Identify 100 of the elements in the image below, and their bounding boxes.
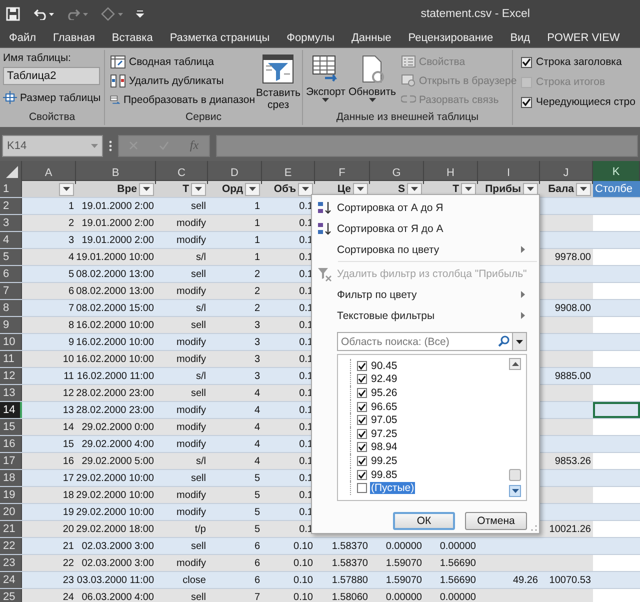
table-cell-text: 0.1 (298, 250, 314, 264)
checkbox[interactable] (357, 360, 367, 371)
scrollbar-thumb[interactable] (509, 469, 521, 481)
ribbon-tab[interactable]: Вид (507, 32, 534, 44)
row-header[interactable]: 18 (0, 470, 22, 486)
ribbon-command[interactable]: Удалить дубликаты (110, 71, 255, 90)
filter-dropdown-button[interactable] (407, 182, 422, 196)
filter-value[interactable]: 99.25 (370, 454, 398, 467)
row-header[interactable]: 23 (0, 555, 22, 571)
undo-icon[interactable] (32, 8, 54, 20)
refresh-button[interactable]: Обновить (347, 54, 397, 111)
scroll-down-button[interactable] (509, 485, 521, 497)
ribbon-tab[interactable]: Главная (50, 32, 98, 44)
ribbon-tab[interactable]: Вставка (108, 32, 156, 44)
row-header[interactable]: 25 (0, 589, 22, 602)
row-header[interactable]: 22 (0, 538, 22, 554)
row-header[interactable]: 1 (0, 181, 22, 197)
checkbox[interactable] (521, 96, 532, 108)
filter-value[interactable]: 92.49 (370, 373, 398, 386)
row-header[interactable]: 19 (0, 487, 22, 503)
row-header[interactable]: 8 (0, 300, 22, 316)
filter-value[interactable]: 98.94 (370, 441, 398, 454)
ribbon-tab[interactable]: Данные (348, 32, 394, 44)
filter-dropdown-button[interactable] (298, 182, 313, 196)
filter-value[interactable]: 96.65 (370, 400, 398, 413)
ribbon-command[interactable]: Сводная таблица (110, 52, 255, 71)
window-title: statement.csv - Excel (420, 8, 530, 20)
row-header[interactable]: 15 (0, 419, 22, 435)
checkbox[interactable] (357, 428, 367, 439)
scroll-up-button[interactable] (509, 358, 521, 370)
row-header[interactable]: 16 (0, 436, 22, 452)
row-header[interactable]: 5 (0, 249, 22, 265)
row-header[interactable]: 13 (0, 385, 22, 401)
filter-dropdown-button[interactable] (59, 182, 74, 196)
row-header[interactable]: 7 (0, 283, 22, 299)
checkbox[interactable] (357, 402, 367, 412)
filter-dropdown-button[interactable] (461, 182, 476, 196)
resize-grip-icon[interactable] (531, 525, 537, 531)
filter-dropdown-button[interactable] (353, 182, 368, 196)
table-cell-text: 3 (253, 336, 261, 350)
ribbon-tab[interactable]: Формулы (284, 32, 338, 44)
filter-value[interactable]: 99.85 (370, 468, 398, 481)
checkbox[interactable] (357, 374, 367, 384)
insert-slicer-button[interactable]: Вставить срез (255, 54, 302, 111)
row-header[interactable]: 12 (0, 368, 22, 384)
redo-icon[interactable] (66, 8, 88, 20)
ribbon-command[interactable]: Преобразовать в диапазон (110, 90, 255, 109)
row-header[interactable]: 17 (0, 453, 22, 469)
row-header[interactable]: 4 (0, 232, 22, 248)
table-name-field[interactable]: Таблица2 (3, 67, 100, 85)
search-scope-dropdown[interactable] (512, 333, 526, 350)
row-header[interactable]: 3 (0, 215, 22, 231)
checkbox[interactable] (357, 483, 367, 494)
select-all-icon[interactable] (5, 165, 19, 179)
ribbon-tab[interactable]: Файл (6, 32, 40, 44)
menu-item[interactable]: Фильтр по цвету (312, 284, 539, 305)
menu-item[interactable]: Текстовые фильтры (312, 305, 539, 326)
filter-dropdown-button[interactable] (245, 182, 260, 196)
save-icon[interactable] (6, 7, 20, 21)
formula-field[interactable] (216, 134, 638, 156)
checkbox[interactable] (357, 388, 367, 398)
checkbox[interactable] (357, 470, 367, 480)
filter-dropdown-button[interactable] (191, 182, 206, 196)
resize-table-button[interactable]: Размер таблицы (3, 88, 104, 107)
row-header[interactable]: 21 (0, 521, 22, 537)
checkbox[interactable] (357, 415, 367, 426)
filter-value[interactable]: 97.25 (370, 428, 398, 440)
row-header[interactable]: 24 (0, 572, 22, 588)
checkbox[interactable] (521, 56, 532, 68)
filter-dropdown-button[interactable] (139, 182, 154, 196)
row-header[interactable]: 20 (0, 504, 22, 520)
table-cell-text: 0.1 (298, 234, 314, 248)
filter-value[interactable]: 90.45 (370, 360, 398, 372)
menu-item[interactable]: Сортировка от А до Я (312, 197, 539, 218)
filter-dropdown-button[interactable] (523, 182, 538, 196)
row-header[interactable]: 9 (0, 317, 22, 333)
row-header[interactable]: 2 (0, 198, 22, 214)
filter-value[interactable]: (Пустые) (370, 482, 416, 494)
row-header[interactable]: 10 (0, 334, 22, 350)
row-header[interactable]: 11 (0, 351, 22, 367)
menu-item[interactable]: Сортировка от Я до А (312, 218, 539, 239)
filter-dropdown-button[interactable] (576, 182, 591, 196)
filter-value[interactable]: 97.05 (370, 414, 398, 426)
export-button[interactable]: Экспорт (305, 54, 346, 111)
dialog-button[interactable]: Отмена (465, 512, 527, 530)
customize-icon[interactable] (136, 10, 144, 18)
ribbon-tab[interactable]: Рецензирование (405, 32, 496, 44)
dialog-button[interactable]: ОК (393, 512, 455, 530)
checkbox[interactable] (357, 456, 367, 466)
row-header[interactable]: 6 (0, 266, 22, 282)
ribbon-tab[interactable]: POWER VIEW (544, 32, 623, 44)
touch-mode-icon[interactable] (100, 7, 124, 21)
filter-value[interactable]: 95.26 (370, 386, 398, 399)
ribbon-tab[interactable]: Разметка страницы (166, 32, 273, 44)
name-box[interactable]: K14 (2, 134, 103, 156)
selected-cell[interactable] (593, 402, 640, 418)
row-header[interactable]: 14 (0, 402, 22, 418)
menu-item[interactable]: Сортировка по цвету (312, 239, 539, 260)
checkbox[interactable] (357, 442, 367, 452)
search-field[interactable]: Область поиска: (Все) (337, 332, 527, 351)
